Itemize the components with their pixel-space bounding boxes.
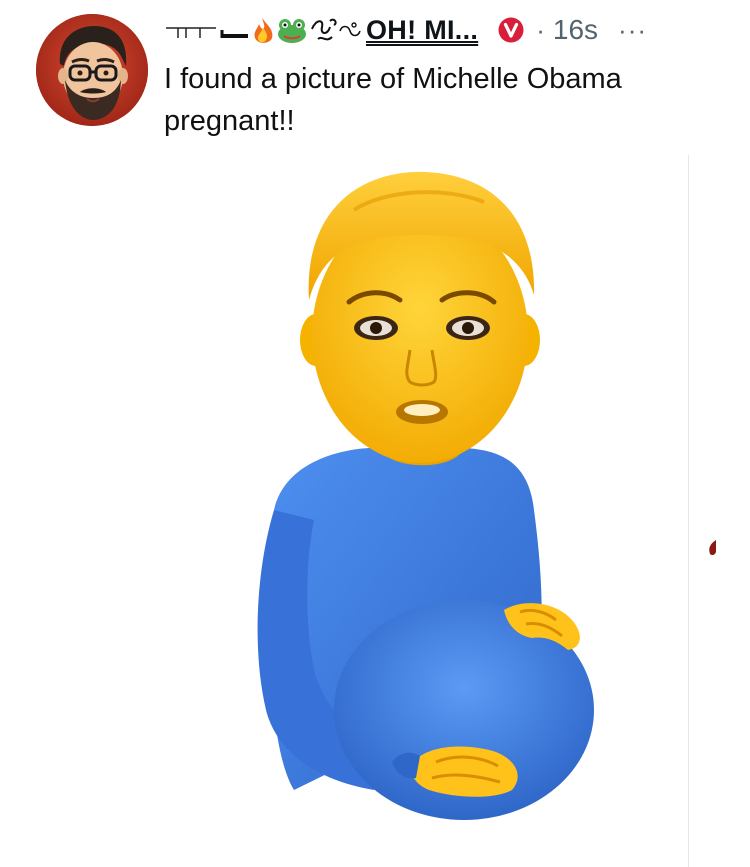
media-divider bbox=[688, 155, 689, 867]
frog-icon bbox=[278, 19, 306, 43]
more-options-button[interactable]: ··· bbox=[618, 17, 647, 43]
pregnant-person-emoji-image-icon bbox=[257, 171, 594, 820]
name-decoration bbox=[164, 10, 364, 50]
fire-icon bbox=[254, 18, 273, 43]
author-display-name[interactable]: OH! MI... bbox=[366, 15, 478, 46]
post-text: I found a picture of Michelle Obama preg… bbox=[164, 63, 622, 137]
bearded-man-glasses-avatar-icon bbox=[36, 14, 148, 126]
next-media-peek-icon bbox=[709, 540, 716, 556]
divider-line-icon bbox=[166, 18, 273, 43]
meta-separator: · bbox=[536, 14, 545, 45]
squiggle-icon bbox=[311, 18, 361, 41]
avatar[interactable] bbox=[36, 14, 148, 126]
post-media-image[interactable] bbox=[164, 150, 688, 867]
post: OH! MI... · 16s ··· I found a picture of… bbox=[0, 0, 750, 867]
post-timestamp[interactable]: 16s bbox=[553, 14, 598, 46]
post-header: OH! MI... · 16s ··· bbox=[164, 8, 734, 52]
verified-badge-icon bbox=[498, 17, 524, 43]
